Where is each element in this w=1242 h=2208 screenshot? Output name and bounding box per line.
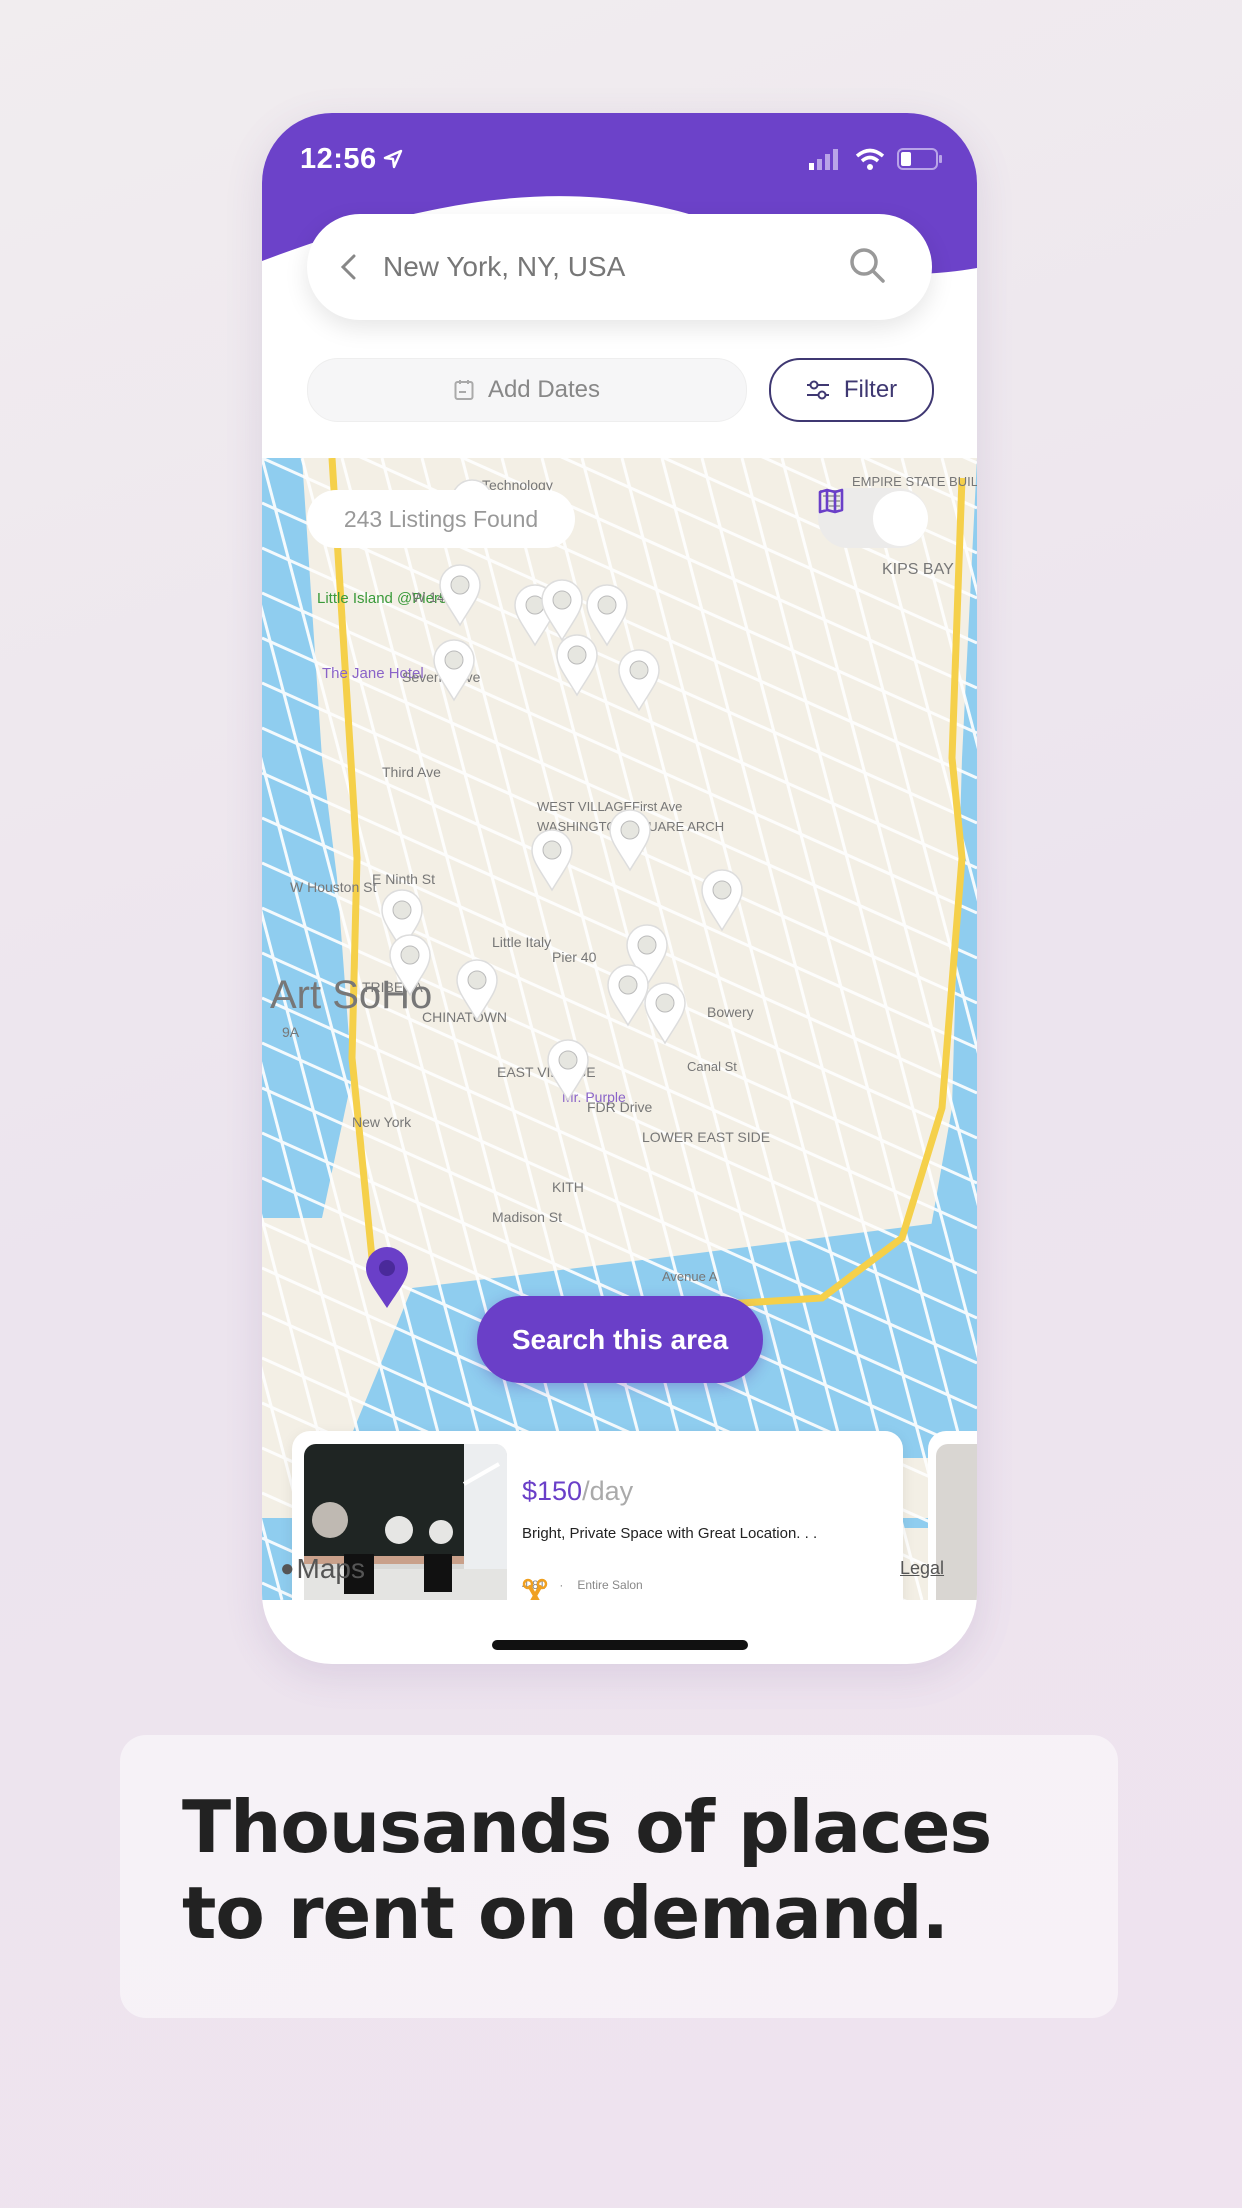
chevron-left-icon[interactable] xyxy=(333,252,363,282)
map-label: EMPIRE STATE BUILDING xyxy=(852,474,977,489)
map-view[interactable]: TechnologyEMPIRE STATE BUILDINGKIPS BAYL… xyxy=(262,458,977,1600)
apple-maps-attribution: ● Maps xyxy=(280,1553,365,1585)
sliders-icon xyxy=(806,380,829,400)
map-view-icon[interactable] xyxy=(818,488,928,546)
maps-attribution-text: Maps xyxy=(296,1553,365,1584)
view-toggle[interactable] xyxy=(818,488,928,548)
map-label: Pier 40 xyxy=(552,949,597,965)
map-label: Third Ave xyxy=(382,764,441,780)
map-label: Avenue A xyxy=(662,1269,718,1284)
scissors-icon xyxy=(522,1578,548,1600)
battery-icon xyxy=(897,148,942,170)
location-search-input[interactable]: New York, NY, USA xyxy=(383,251,848,283)
map-label: Little Italy xyxy=(492,934,551,950)
map-label: New York xyxy=(352,1114,412,1130)
map-label: FDR Drive xyxy=(587,1099,653,1115)
listings-found-badge: 243 Listings Found xyxy=(307,490,575,548)
listing-meta: 4.81 · Entire Salon xyxy=(522,1578,643,1600)
map-label: KIPS BAY xyxy=(882,561,954,578)
phone-screen: 12:56 New York, NY, USA Add Dates Filter xyxy=(262,113,977,1664)
current-location-pin-icon xyxy=(366,1247,408,1308)
home-indicator xyxy=(492,1640,748,1650)
add-dates-label: Add Dates xyxy=(487,376,601,403)
map-label: E Ninth St xyxy=(372,871,435,887)
status-time: 12:56 xyxy=(300,142,377,175)
status-bar: 12:56 xyxy=(300,139,943,179)
map-label: Bowery xyxy=(707,1004,754,1020)
map-label: 9A xyxy=(282,1024,300,1040)
filter-button[interactable]: Filter xyxy=(769,358,934,422)
map-canvas[interactable]: TechnologyEMPIRE STATE BUILDINGKIPS BAYL… xyxy=(262,458,977,1600)
map-label: LOWER EAST SIDE xyxy=(642,1129,770,1145)
search-this-area-button[interactable]: Search this area xyxy=(477,1296,763,1383)
calendar-icon xyxy=(454,380,474,400)
filter-label: Filter xyxy=(843,376,898,403)
meta-separator: · xyxy=(559,1578,564,1592)
map-label: W Houston St xyxy=(290,879,376,895)
map-label: Madison St xyxy=(492,1209,562,1225)
wifi-icon xyxy=(855,148,885,170)
location-search-bar[interactable]: New York, NY, USA xyxy=(307,214,932,320)
add-dates-button[interactable]: Add Dates xyxy=(307,358,747,422)
listing-price: $150/day xyxy=(522,1476,633,1507)
listing-type: Entire Salon xyxy=(577,1578,643,1592)
map-label: KITH xyxy=(552,1179,584,1195)
location-arrow-icon xyxy=(383,149,402,169)
signal-icon xyxy=(809,149,838,170)
listing-title: Bright, Private Space with Great Locatio… xyxy=(522,1525,818,1542)
search-icon[interactable] xyxy=(848,246,886,289)
price-unit: /day xyxy=(582,1476,634,1506)
listing-card[interactable]: $150/day Bright, Private Space with Grea… xyxy=(292,1431,903,1600)
map-label: Canal St xyxy=(687,1059,737,1074)
caption-line-1: Thousands of places xyxy=(182,1785,992,1869)
map-label: WEST VILLAGE xyxy=(537,799,632,814)
price-amount: $150 xyxy=(522,1476,583,1506)
caption-panel: Thousands of places to rent on demand. xyxy=(120,1735,1118,2018)
legal-link[interactable]: Legal xyxy=(900,1558,944,1579)
apple-logo-icon: ● xyxy=(280,1555,295,1582)
caption-line-2: to rent on demand. xyxy=(182,1871,949,1955)
map-label: CHINATOWN xyxy=(422,1009,507,1025)
